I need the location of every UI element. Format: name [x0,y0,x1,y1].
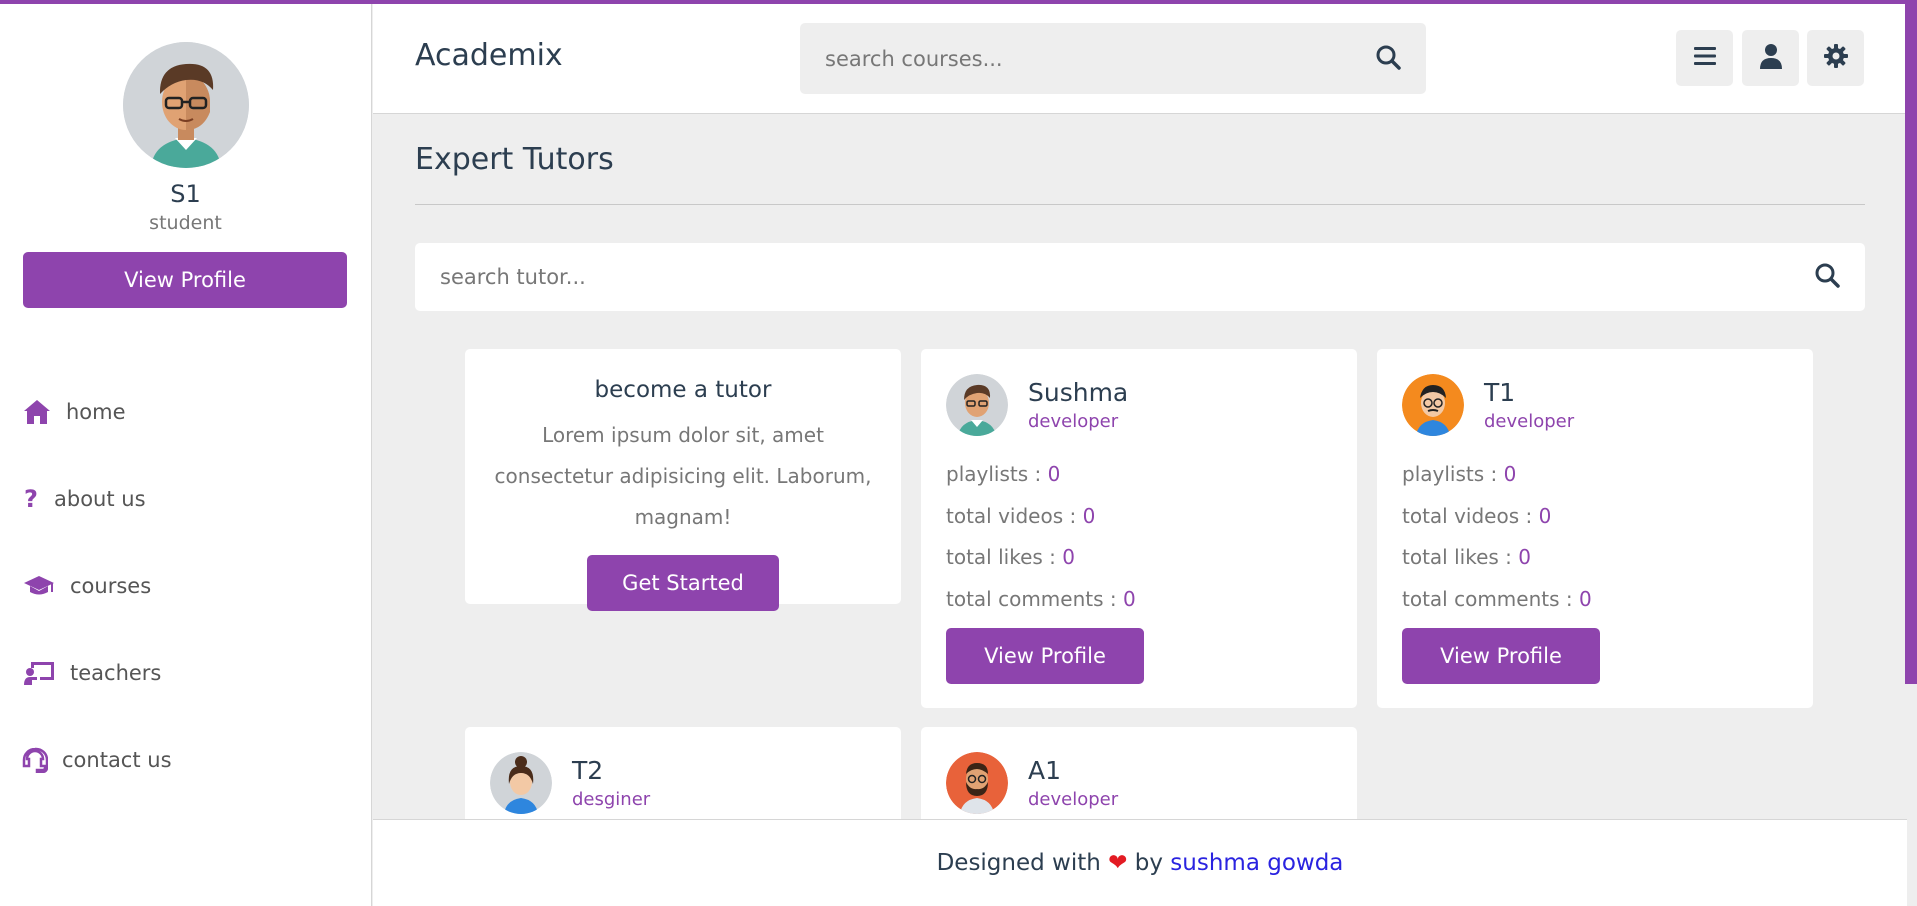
graduation-cap-icon [22,572,56,600]
headset-icon [22,746,48,774]
cta-text: Lorem ipsum dolor sit, amet consectetur … [494,423,872,529]
tutor-card: Sushma developer playlists : 0 total vid… [921,349,1357,708]
tutor-stats: playlists : 0 total videos : 0 total lik… [946,462,1136,628]
tutor-name: T1 [1484,378,1516,407]
user-icon [1759,43,1783,73]
sidebar-item-label: home [66,399,126,424]
profile-block: S1 student [0,0,371,234]
tutor-card: T2 desginer [465,727,901,820]
sidebar-nav: home ? about us courses teachers contact… [0,368,371,803]
menu-icon [1693,46,1716,70]
tutor-avatar [1402,374,1464,436]
stat-total-videos: total videos : 0 [1402,503,1552,528]
footer: Designed with ❤ by sushma gowda [373,819,1907,906]
footer-text: Designed with [936,850,1109,876]
avatar [122,42,249,168]
sidebar-item-about-us[interactable]: ? about us [0,455,371,542]
profile-role: student [149,212,222,234]
tutor-name: Sushma [1028,378,1129,407]
tutor-role: developer [1484,411,1575,432]
sidebar-item-contact-us[interactable]: contact us [0,716,371,803]
tutor-name: A1 [1028,756,1062,785]
gear-icon [1823,43,1849,73]
profile-name: S1 [170,180,201,208]
stat-playlists: playlists : 0 [946,462,1061,486]
tutor-avatar [946,374,1008,436]
sidebar-item-label: contact us [62,747,172,772]
logo[interactable]: Academix [415,38,563,73]
heart-icon: ❤ [1108,850,1128,876]
header: Academix [373,4,1907,114]
tutor-avatar [946,752,1008,814]
view-profile-button[interactable]: View Profile [1402,628,1600,684]
sidebar-item-label: courses [70,573,152,598]
divider [415,204,1865,205]
question-icon: ? [24,484,38,513]
tutor-search-box [415,243,1865,311]
stat-total-likes: total likes : 0 [1402,545,1531,569]
top-accent-bar [0,0,1917,4]
stat-total-likes: total likes : 0 [946,545,1075,569]
author-link[interactable]: sushma gowda [1170,850,1343,876]
tutor-search-input[interactable] [440,265,1814,289]
tutor-role: desginer [572,789,651,810]
sidebar-item-teachers[interactable]: teachers [0,629,371,716]
sidebar-item-home[interactable]: home [0,368,371,455]
sidebar-item-courses[interactable]: courses [0,542,371,629]
page-title: Expert Tutors [415,142,614,177]
sidebar-item-label: about us [54,486,146,511]
user-button[interactable] [1742,30,1799,86]
cta-title: become a tutor [594,377,772,403]
sidebar: S1 student View Profile home ? about us … [0,0,372,906]
tutor-card: T1 developer playlists : 0 total videos … [1377,349,1813,708]
become-tutor-card: become a tutor Lorem ipsum dolor sit, am… [465,349,901,611]
scrollbar[interactable] [1905,4,1917,684]
search-icon[interactable] [1814,262,1840,292]
stat-total-videos: total videos : 0 [946,503,1096,528]
sidebar-item-label: teachers [70,660,162,685]
menu-button[interactable] [1676,30,1733,86]
home-icon [22,398,52,426]
tutor-role: developer [1028,411,1119,432]
tutor-name: T2 [572,756,604,785]
get-started-button[interactable]: Get Started [587,555,779,611]
tutor-role: developer [1028,789,1119,810]
search-icon[interactable] [1375,44,1401,74]
tutor-card: A1 developer [921,727,1357,820]
view-profile-button[interactable]: View Profile [23,252,347,308]
tutor-avatar [490,752,552,814]
course-search-box [800,23,1426,94]
tutor-stats: playlists : 0 total videos : 0 total lik… [1402,462,1592,628]
stat-total-comments: total comments : 0 [1402,586,1592,611]
view-profile-button[interactable]: View Profile [946,628,1144,684]
course-search-input[interactable] [825,46,1375,71]
chalkboard-teacher-icon [22,659,56,687]
settings-button[interactable] [1807,30,1864,86]
footer-by: by [1127,850,1171,876]
stat-playlists: playlists : 0 [1402,462,1517,486]
main-content: Expert Tutors become a tutor Lorem ipsum… [373,114,1907,820]
stat-total-comments: total comments : 0 [946,586,1136,611]
